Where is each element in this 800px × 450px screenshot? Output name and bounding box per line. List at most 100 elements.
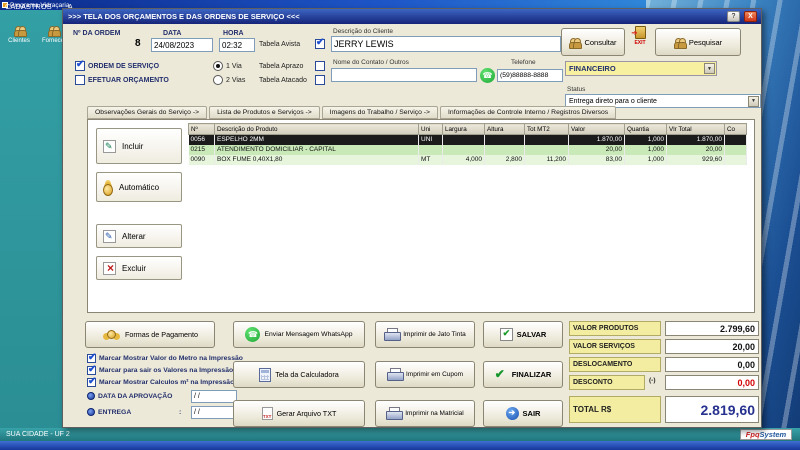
- exit-label: EXIT: [634, 40, 646, 46]
- products-table: Nº Descrição do Produto Uni Largura Altu…: [188, 123, 747, 165]
- calculadora-button[interactable]: Tela da Calculadora: [233, 361, 365, 388]
- tabela-aprazo-checkbox: [315, 61, 325, 71]
- col-largura: Largura: [442, 123, 485, 135]
- table-header: Nº Descrição do Produto Uni Largura Altu…: [188, 123, 747, 135]
- tabela-atacado-option[interactable]: Tabela Atacado: [259, 75, 325, 85]
- entrega-separator: :: [179, 409, 182, 416]
- sair-button[interactable]: SAIR: [483, 400, 563, 427]
- imprimir-jato-tinta-button[interactable]: Imprimir de Jato Tinta: [375, 321, 475, 348]
- opt-calculos-m2[interactable]: Marcar Mostrar Calculos m² na Impressão: [87, 376, 234, 387]
- printer-icon: [386, 407, 404, 420]
- tab-controle-interno[interactable]: Informações de Controle Interno / Regist…: [440, 106, 617, 119]
- via2-radio: [213, 75, 223, 85]
- col-quantia: Quantia: [624, 123, 667, 135]
- whatsapp-icon: [245, 327, 261, 342]
- table-row[interactable]: 0215 ATENDIMENTO DOMICILIAR - CAPITAL 20…: [188, 144, 747, 155]
- exit-arrow-icon: [505, 407, 519, 420]
- tabela-atacado-checkbox: [315, 75, 325, 85]
- clients-icon: [13, 24, 27, 37]
- checkbox: [87, 376, 96, 387]
- opt-sair-valores[interactable]: Marcar para sair os Valores na Impressão: [87, 364, 233, 375]
- save-icon: [499, 328, 513, 341]
- consult-person-icon: [569, 36, 583, 49]
- tab-imagens[interactable]: Imagens do Trabalho / Serviço ->: [321, 106, 439, 119]
- salvar-button[interactable]: SALVAR: [483, 321, 563, 348]
- tab-bar: Observações Gerais do Serviço -> Lista d…: [87, 106, 755, 119]
- imprimir-cupom-label: Imprimir em Cupom: [405, 371, 464, 378]
- sair-label: SAIR: [522, 409, 541, 418]
- entrega-label: ENTREGA: [98, 408, 132, 416]
- taskbar[interactable]: [0, 441, 800, 450]
- calculadora-label: Tela da Calculadora: [275, 370, 339, 379]
- fpqsystem-logo: Fpq System: [740, 429, 792, 440]
- coins-icon: [102, 328, 121, 341]
- telefone-field[interactable]: (59)88888-8888: [497, 69, 563, 82]
- window-title: >>> TELA DOS ORÇAMENTOS E DAS ORDENS DE …: [68, 12, 300, 21]
- gerar-txt-label: Gerar Arquivo TXT: [276, 409, 337, 418]
- window-titlebar[interactable]: >>> TELA DOS ORÇAMENTOS E DAS ORDENS DE …: [63, 9, 761, 24]
- tabela-avista-checkbox: [315, 37, 325, 49]
- imprimir-matricial-label: Imprimir na Matricial: [405, 410, 464, 417]
- help-button[interactable]: ?: [727, 11, 740, 22]
- exit-toolbar-button[interactable]: EXIT: [628, 26, 652, 56]
- incluir-button[interactable]: Incluir: [96, 128, 182, 164]
- menu-cadastros[interactable]: CADASTROS: [5, 2, 52, 11]
- desktop: Programa Vidraçaria CADASTROS A Clientes…: [0, 0, 800, 450]
- desconto-value: 0,00: [665, 375, 759, 390]
- total-label: TOTAL R$: [569, 396, 661, 423]
- via2-option[interactable]: 2 Vias: [213, 75, 245, 85]
- incluir-label: Incluir: [122, 141, 144, 151]
- ordem-servico-checkbox: [75, 59, 85, 71]
- bullet-icon: [87, 408, 95, 416]
- tabela-atacado-label: Tabela Atacado: [259, 76, 307, 84]
- col-uni: Uni: [418, 123, 443, 135]
- ordem-value: 8: [135, 38, 141, 49]
- consultar-button[interactable]: Consultar: [561, 28, 625, 56]
- opt-valor-metro[interactable]: Marcar Mostrar Valor do Metro na Impress…: [87, 352, 243, 363]
- automatico-label: Automático: [119, 182, 160, 192]
- via1-radio: [213, 61, 223, 71]
- ordem-servico-option[interactable]: ORDEM DE SERVIÇO: [75, 59, 159, 71]
- gerar-txt-button[interactable]: TXT Gerar Arquivo TXT: [233, 400, 365, 427]
- automatico-button[interactable]: Automático: [96, 172, 182, 202]
- tab-observacoes[interactable]: Observações Gerais do Serviço ->: [87, 106, 208, 119]
- finalizar-button[interactable]: FINALIZAR: [483, 361, 563, 388]
- tabela-avista-label: Tabela Avista: [259, 40, 301, 48]
- whatsapp-button[interactable]: Enviar Mensagem WhatsApp: [233, 321, 365, 348]
- data-aprovacao-label: DATA DA APROVAÇÃO: [98, 392, 173, 400]
- orders-window: >>> TELA DOS ORÇAMENTOS E DAS ORDENS DE …: [62, 8, 762, 428]
- tabela-aprazo-option[interactable]: Tabela Aprazo: [259, 61, 325, 71]
- table-row-selected[interactable]: 0056 ESPELHO 2MM UNI 1.870,00 1,000 1.87…: [188, 134, 747, 145]
- via1-option[interactable]: 1 Via: [213, 61, 242, 71]
- via2-label: 2 Vias: [226, 76, 246, 84]
- alterar-button[interactable]: Alterar: [96, 224, 182, 248]
- pesquisar-button[interactable]: Pesquisar: [655, 28, 741, 56]
- valor-servicos-value: 20,00: [665, 339, 759, 354]
- formas-pagamento-button[interactable]: Formas de Pagamento: [85, 321, 215, 348]
- table-row[interactable]: 0090 BOX FUME 0,40X1,80 MT 4,000 2,800 1…: [188, 154, 747, 165]
- cliente-field[interactable]: JERRY LEWIS: [331, 36, 561, 52]
- hora-field[interactable]: 02:32: [219, 38, 255, 52]
- tab-produtos[interactable]: Lista de Produtos e Serviços ->: [209, 106, 320, 119]
- valor-produtos-label: VALOR PRODUTOS: [569, 321, 661, 336]
- efetuar-orcamento-option[interactable]: EFETUAR ORÇAMENTO: [75, 75, 169, 85]
- chevron-down-icon: [748, 95, 759, 107]
- contato-field[interactable]: [331, 68, 477, 82]
- imprimir-matricial-button[interactable]: Imprimir na Matricial: [375, 400, 475, 427]
- excluir-button[interactable]: Excluir: [96, 256, 182, 280]
- toolbar-clientes-button[interactable]: Clientes: [4, 24, 34, 60]
- whatsapp-icon[interactable]: [480, 68, 495, 83]
- tabela-avista-option[interactable]: Tabela Avista: [259, 37, 325, 49]
- brand-part1: Fpq: [745, 430, 760, 439]
- data-aprovacao-field[interactable]: / /: [191, 390, 237, 403]
- data-field[interactable]: 24/08/2023: [151, 38, 213, 52]
- via1-label: 1 Via: [226, 62, 242, 70]
- brand-part2: System: [759, 430, 787, 439]
- close-button[interactable]: X: [744, 11, 757, 22]
- imprimir-cupom-button[interactable]: Imprimir em Cupom: [375, 361, 475, 388]
- data-aprovacao-row: DATA DA APROVAÇÃO: [87, 392, 172, 400]
- financeiro-dropdown[interactable]: FINANCEIRO: [565, 61, 717, 76]
- cliente-value: JERRY LEWIS: [334, 39, 394, 49]
- status-value: Entrega direto para o cliente: [569, 97, 657, 105]
- entrega-field[interactable]: / /: [191, 406, 237, 419]
